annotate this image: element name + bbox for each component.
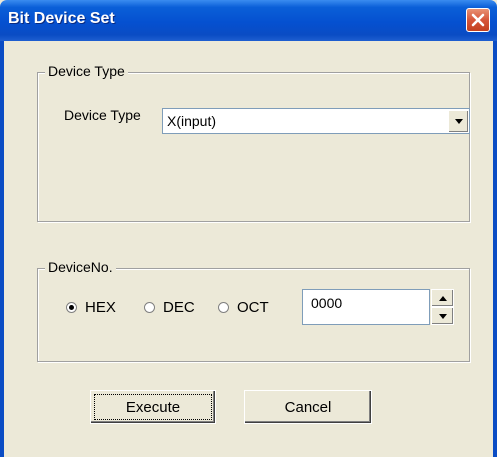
device-type-field-label: Device Type — [64, 107, 141, 123]
device-number-spinner[interactable] — [431, 289, 454, 325]
device-type-selected-value: X(input) — [167, 113, 217, 129]
device-number-input[interactable]: 0000 — [302, 289, 430, 325]
device-type-dropdown[interactable]: X(input) — [162, 108, 470, 134]
title-bar[interactable]: Bit Device Set — [0, 0, 497, 41]
radio-hex[interactable]: HEX — [66, 299, 116, 316]
dialog-window: Bit Device Set Device Type Device Type X… — [0, 0, 497, 457]
device-number-value: 0000 — [311, 295, 343, 311]
execute-button-label: Execute — [125, 398, 181, 416]
close-button[interactable] — [466, 8, 490, 32]
device-type-group-label: Device Type — [45, 63, 128, 79]
radio-hex-label: HEX — [85, 299, 116, 316]
radio-oct-label: OCT — [237, 299, 269, 316]
window-frame-left — [0, 41, 4, 457]
spin-up-button[interactable] — [431, 289, 454, 307]
cancel-button-label: Cancel — [284, 398, 332, 416]
window-frame-right — [493, 41, 497, 457]
device-type-groupbox — [37, 72, 470, 222]
spin-down-button[interactable] — [431, 307, 454, 325]
radio-hex-circle[interactable] — [66, 302, 77, 313]
execute-button[interactable]: Execute — [90, 390, 216, 424]
radio-oct-circle[interactable] — [218, 302, 229, 313]
window-title: Bit Device Set — [8, 10, 115, 27]
device-no-group-label: DeviceNo. — [45, 259, 116, 275]
radio-selected-dot — [69, 305, 74, 310]
radio-dec[interactable]: DEC — [144, 299, 195, 316]
radio-dec-circle[interactable] — [144, 302, 155, 313]
dropdown-button[interactable] — [448, 110, 468, 132]
radio-oct[interactable]: OCT — [218, 299, 269, 316]
cancel-button[interactable]: Cancel — [244, 390, 372, 424]
radio-dec-label: DEC — [163, 299, 195, 316]
